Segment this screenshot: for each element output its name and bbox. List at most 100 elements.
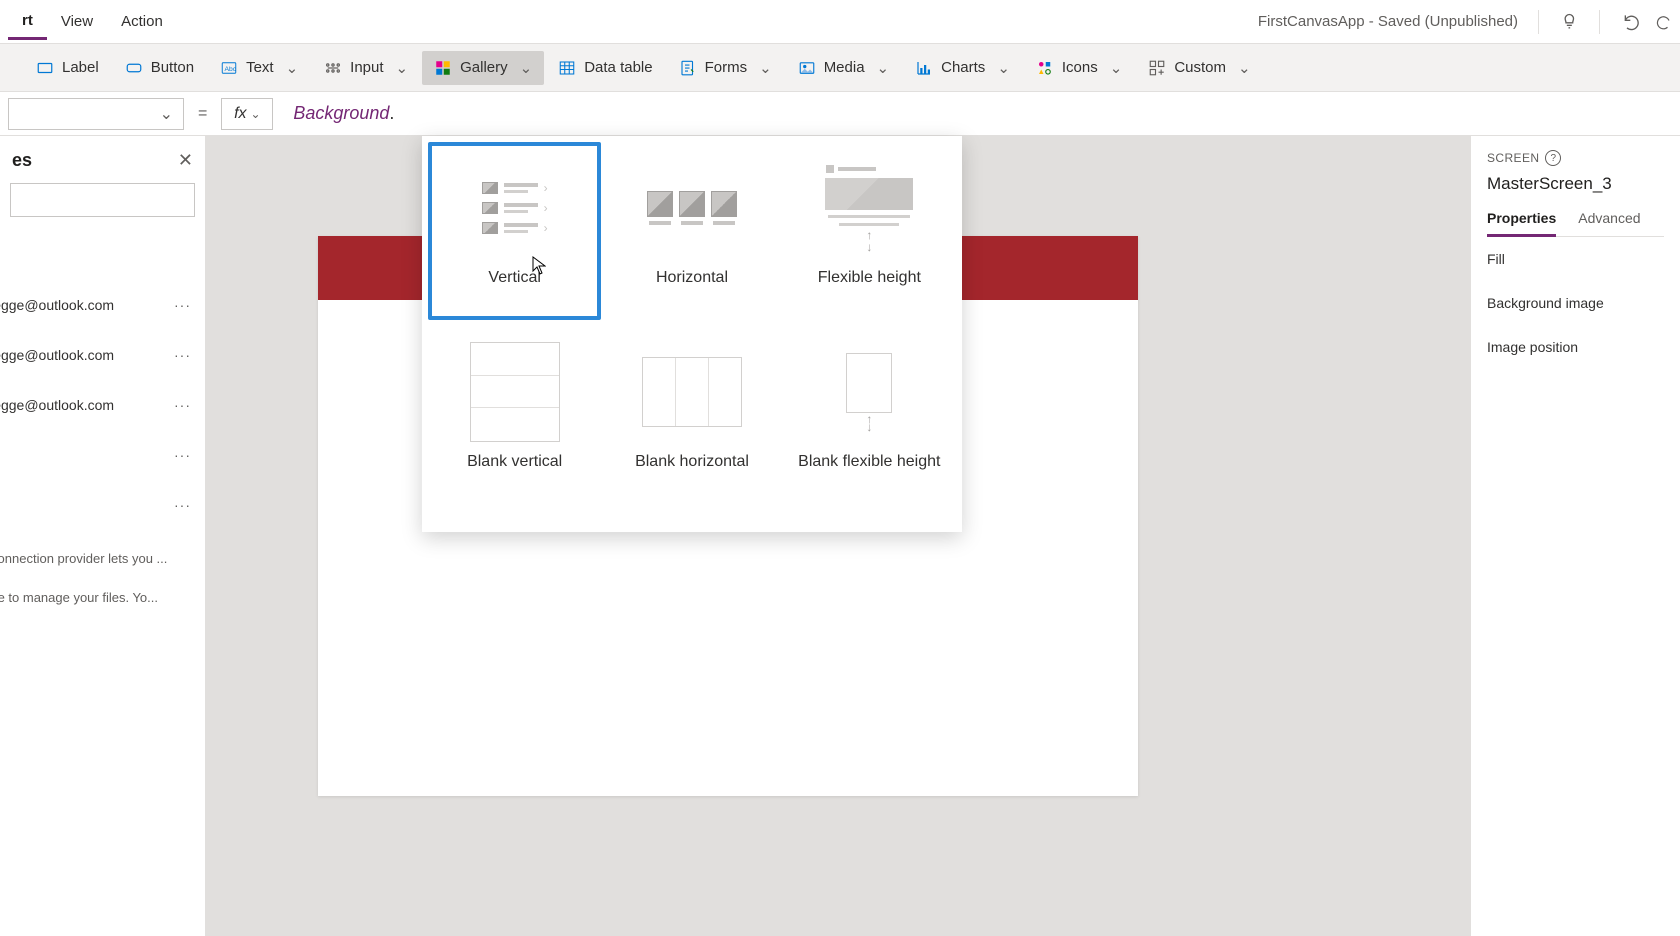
gallery-button[interactable]: Gallery ⌄ [422, 51, 544, 85]
gallery-thumb-blank-flex: ↑↓ [819, 342, 919, 442]
properties-tabs: Properties Advanced [1487, 210, 1664, 237]
list-item-label: enry.legge@outlook.com [0, 347, 164, 363]
list-item[interactable]: rs [0, 615, 205, 651]
charts-button[interactable]: Charts ⌄ [903, 51, 1022, 85]
divider [1599, 10, 1600, 34]
custom-text: Custom [1174, 59, 1226, 76]
media-icon [798, 59, 816, 77]
list-item[interactable]: enry.legge@outlook.com ··· [0, 287, 205, 323]
gallery-option-label: Blank horizontal [635, 452, 749, 492]
input-button[interactable]: Input ⌄ [312, 51, 420, 85]
custom-icon [1148, 59, 1166, 77]
property-image-position[interactable]: Image position [1487, 325, 1664, 369]
formula-input[interactable]: Background. [281, 103, 1680, 124]
gallery-option-blank-vertical[interactable]: Blank vertical [428, 326, 601, 504]
formula-token: Background [293, 103, 389, 123]
data-table-button[interactable]: Data table [546, 51, 664, 85]
left-panel-title: es [12, 150, 32, 171]
gallery-option-flexible-height[interactable]: ↑↓ Flexible height [783, 142, 956, 320]
canvas-area: › › › Vertical Horizontal [206, 136, 1470, 936]
screen-name: MasterScreen_3 [1487, 174, 1664, 194]
gallery-option-blank-flexible-height[interactable]: ↑↓ Blank flexible height [783, 326, 956, 504]
more-icon[interactable]: ··· [172, 297, 193, 313]
icons-icon [1036, 59, 1054, 77]
properties-panel: SCREEN ? MasterScreen_3 Properties Advan… [1470, 136, 1680, 936]
data-table-text: Data table [584, 59, 652, 76]
charts-text: Charts [941, 59, 985, 76]
list-item-label: enry.legge@outlook.com [0, 297, 164, 313]
tab-properties[interactable]: Properties [1487, 210, 1556, 237]
gallery-text: Gallery [460, 59, 508, 76]
menu-tab-action[interactable]: Action [107, 5, 177, 38]
chevron-down-icon: ⌄ [286, 59, 299, 77]
forms-button[interactable]: Forms ⌄ [667, 51, 784, 85]
gallery-thumb-blank-v [465, 342, 565, 442]
app-status: FirstCanvasApp - Saved (Unpublished) [1258, 13, 1528, 30]
svg-text:Abc: Abc [225, 66, 237, 73]
more-icon[interactable]: ··· [172, 347, 193, 363]
list-group-title[interactable]: Users [0, 523, 205, 551]
more-icon[interactable]: ··· [172, 397, 193, 413]
info-icon[interactable]: ? [1545, 150, 1561, 166]
gallery-thumb-flex: ↑↓ [824, 158, 914, 258]
more-icon[interactable]: ··· [172, 447, 193, 463]
list-item[interactable]: p [0, 229, 205, 265]
list-group-desc: sers Connection provider lets you ... [0, 551, 205, 576]
gallery-option-label: Blank vertical [467, 452, 562, 492]
text-button[interactable]: Abc Text ⌄ [208, 51, 310, 85]
data-table-icon [558, 59, 576, 77]
list-item[interactable]: enry.legge@outlook.com ··· [0, 387, 205, 423]
more-icon[interactable]: ··· [172, 497, 193, 513]
close-icon[interactable]: ✕ [178, 150, 193, 171]
gallery-thumb-vertical: › › › [465, 158, 565, 258]
chevron-down-icon: ⌄ [396, 59, 409, 77]
chevron-down-icon: ⌄ [520, 59, 533, 77]
properties-section-label: SCREEN [1487, 151, 1539, 165]
icons-text: Icons [1062, 59, 1098, 76]
gallery-option-horizontal[interactable]: Horizontal [605, 142, 778, 320]
redo-partial-icon[interactable] [1654, 4, 1672, 40]
fx-button[interactable]: fx ⌄ [221, 98, 273, 130]
list-item-label: Users [0, 533, 193, 549]
input-text: Input [350, 59, 383, 76]
app-checker-icon[interactable] [1553, 4, 1589, 40]
main-area: es ✕ p enry.legge@outlook.com ··· enry.l… [0, 136, 1680, 936]
gallery-option-label: Flexible height [818, 268, 921, 308]
list-item-label: enry.legge@outlook.com [0, 397, 164, 413]
label-icon [36, 59, 54, 77]
text-text: Text [246, 59, 274, 76]
gallery-thumb-blank-h [642, 342, 742, 442]
list-item[interactable]: enry.legge@outlook.com ··· [0, 337, 205, 373]
media-text: Media [824, 59, 865, 76]
list-item-label: s [0, 497, 164, 513]
input-icon [324, 59, 342, 77]
chevron-down-icon: ⌄ [1238, 59, 1251, 77]
media-button[interactable]: Media ⌄ [786, 51, 901, 85]
property-background-image[interactable]: Background image [1487, 281, 1664, 325]
property-fill[interactable]: Fill [1487, 237, 1664, 281]
gallery-option-vertical[interactable]: › › › Vertical [428, 142, 601, 320]
list-item-label: p [0, 239, 193, 255]
custom-button[interactable]: Custom ⌄ [1136, 51, 1262, 85]
search-input[interactable] [10, 183, 195, 217]
formula-bar: ⌄ = fx ⌄ Background. [0, 92, 1680, 136]
button-icon [125, 59, 143, 77]
gallery-option-label: Blank flexible height [798, 452, 940, 492]
property-selector[interactable]: ⌄ [8, 98, 184, 130]
icons-button[interactable]: Icons ⌄ [1024, 51, 1134, 85]
list-item-label: rs [0, 625, 193, 641]
forms-icon [679, 59, 697, 77]
label-text: Label [62, 59, 99, 76]
charts-icon [915, 59, 933, 77]
list-item[interactable]: s ··· [0, 487, 205, 523]
menu-tab-view[interactable]: View [47, 5, 107, 38]
tab-advanced[interactable]: Advanced [1578, 210, 1640, 236]
button-button[interactable]: Button [113, 51, 206, 85]
gallery-option-blank-horizontal[interactable]: Blank horizontal [605, 326, 778, 504]
undo-icon[interactable] [1614, 4, 1650, 40]
equals-label: = [192, 105, 213, 123]
label-button[interactable]: Label [24, 51, 111, 85]
new-screen-button[interactable] [6, 60, 22, 76]
menu-tab-insert[interactable]: rt [8, 4, 47, 40]
list-item[interactable]: ··· [0, 437, 205, 473]
